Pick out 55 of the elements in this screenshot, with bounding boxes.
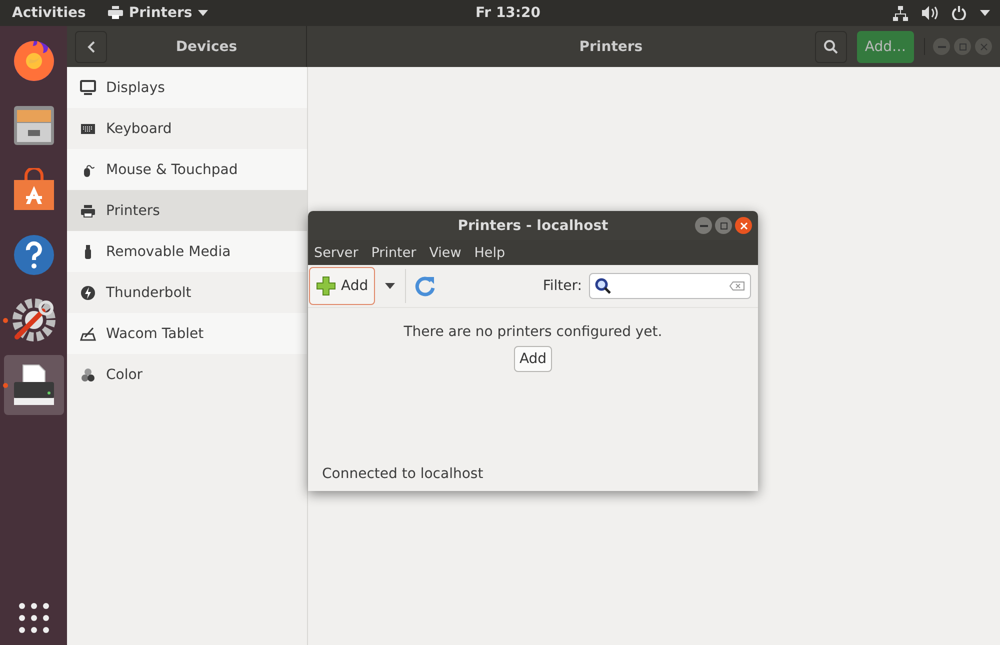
empty-message: There are no printers configured yet.: [402, 324, 664, 340]
status-text: Connected to localhost: [321, 466, 484, 484]
refresh-icon[interactable]: [414, 275, 436, 297]
add-button[interactable]: Add: [309, 267, 376, 305]
maximize-icon: [958, 42, 966, 50]
minimize-icon: [700, 224, 708, 226]
chevron-left-icon: [87, 40, 95, 52]
file-cabinet-icon[interactable]: [12, 103, 56, 147]
tablet-pen-icon: [80, 326, 96, 342]
network-icon[interactable]: [893, 6, 908, 20]
shopping-bag-icon[interactable]: [12, 168, 56, 212]
menu-item[interactable]: View: [429, 244, 462, 260]
printer-icon: [108, 6, 123, 20]
help-icon[interactable]: [12, 234, 54, 276]
window-title: Printers: [578, 38, 644, 54]
menu-item[interactable]: Help: [474, 244, 506, 260]
sidebar-item[interactable]: Removable Media: [67, 231, 307, 272]
minimize-icon: [938, 46, 946, 48]
lightning-icon: [80, 284, 96, 300]
show-apps-icon[interactable]: [18, 603, 48, 633]
sidebar-item[interactable]: Displays: [67, 67, 307, 108]
clock[interactable]: Fr 13:20: [476, 5, 540, 21]
back-button[interactable]: [75, 30, 107, 62]
sidebar-item[interactable]: Wacom Tablet: [67, 313, 307, 354]
menu-item[interactable]: Printer: [371, 244, 416, 260]
dropdown-arrow-icon[interactable]: [385, 283, 396, 289]
close-button[interactable]: [735, 217, 752, 234]
search-button[interactable]: [814, 30, 847, 62]
gear-wrench-icon[interactable]: [10, 297, 56, 343]
activities-button[interactable]: Activities: [12, 5, 86, 21]
app-menu[interactable]: Printers: [128, 5, 192, 21]
close-icon: [980, 42, 988, 50]
display-icon: [80, 80, 96, 96]
filter-label: Filter:: [542, 278, 582, 294]
filter-field[interactable]: [589, 273, 751, 299]
color-circles-icon: [80, 366, 96, 382]
sidebar-item[interactable]: Mouse & Touchpad: [67, 149, 307, 190]
power-icon[interactable]: [952, 6, 966, 20]
clear-icon[interactable]: [729, 281, 745, 291]
panel-title: Devices: [174, 38, 238, 54]
caret-down-icon[interactable]: [980, 10, 990, 16]
close-icon: [740, 222, 748, 230]
plus-icon: [316, 276, 336, 296]
search-icon: [595, 278, 611, 294]
dock-item-highlight[interactable]: [4, 355, 64, 415]
caret-down-icon[interactable]: [198, 10, 208, 16]
menu-item[interactable]: Server: [314, 244, 358, 260]
search-icon: [824, 40, 838, 54]
maximize-icon: [720, 222, 728, 230]
dialog-title: Printers - localhost: [458, 218, 608, 234]
volume-icon[interactable]: [922, 6, 938, 20]
printer-icon: [80, 202, 96, 218]
add-button[interactable]: Add: [514, 346, 552, 372]
sidebar-item[interactable]: Printers: [67, 190, 307, 231]
minimize-button[interactable]: [695, 217, 712, 234]
